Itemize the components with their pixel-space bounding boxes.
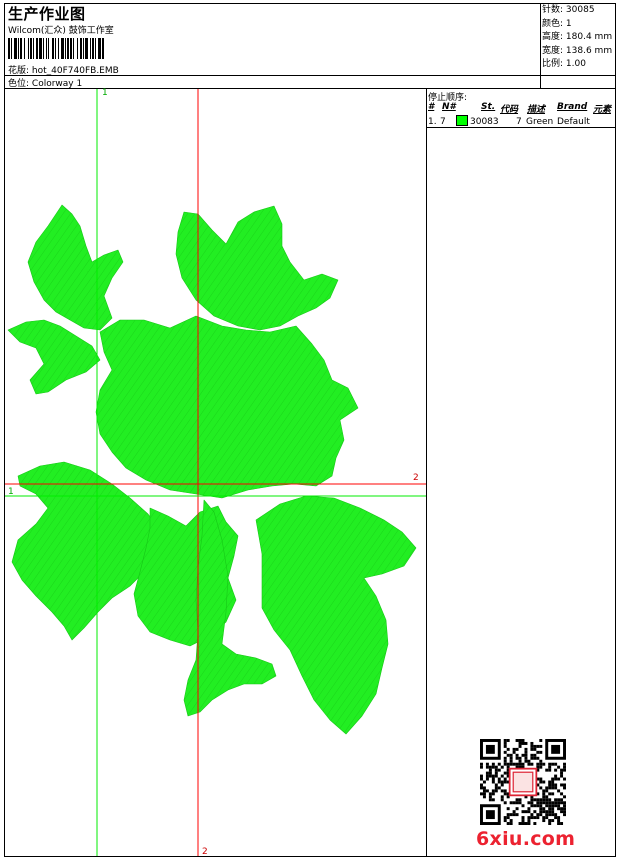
design-stats: 针数: 30085 颜色: 1 高度: 180.4 mm 宽度: 138.6 m… bbox=[542, 4, 612, 72]
stats-divider bbox=[540, 3, 541, 89]
color-count: 颜色: 1 bbox=[542, 18, 572, 29]
design-height: 高度: 180.4 mm bbox=[542, 32, 613, 42]
col-header-stitches: St. bbox=[481, 102, 496, 112]
design-file-row: 花版: hot_40F740FB.EMB bbox=[8, 63, 119, 76]
company-name: Wilcom(汇众) 鼓饰工作室 bbox=[8, 26, 114, 36]
flower-center bbox=[95, 315, 359, 499]
qr-code-icon bbox=[480, 739, 566, 825]
col-header-brand: Brand bbox=[557, 102, 588, 112]
row-stitches: 7 bbox=[516, 117, 522, 127]
row-brand: Default bbox=[557, 117, 590, 127]
leaf-right bbox=[255, 495, 417, 735]
design-file-name: hot_40F740FB.EMB bbox=[31, 66, 119, 76]
col-header-description: 描述 bbox=[527, 105, 546, 115]
marker-horizontal-green: 1 bbox=[8, 487, 14, 497]
marker-vertical-green: 1 bbox=[102, 88, 108, 98]
design-width: 宽度: 138.6 mm bbox=[542, 45, 613, 56]
leaf-top bbox=[175, 205, 339, 331]
row-description: Green bbox=[526, 117, 554, 127]
leaf-left-tip bbox=[7, 319, 101, 395]
marker-horizontal-red: 2 bbox=[413, 473, 419, 483]
document-title: 生产作业图 bbox=[8, 5, 86, 23]
col-header-element: 元素 bbox=[593, 105, 612, 115]
marker-bottom-red: 2 bbox=[202, 847, 208, 857]
design-scale: 比例: 1.00 bbox=[542, 59, 586, 69]
colorway-value: Colorway 1 bbox=[31, 79, 83, 89]
leaf-upper-left bbox=[27, 204, 124, 331]
colorway-row: 色位: Colorway 1 bbox=[8, 76, 82, 89]
stitch-count: 针数: 30085 bbox=[542, 5, 595, 15]
panel-divider bbox=[426, 88, 427, 857]
col-header-index: # bbox=[428, 102, 435, 112]
colorway-label: 色位: bbox=[8, 79, 30, 89]
table-divider bbox=[426, 127, 616, 128]
row-index: 1. bbox=[428, 117, 437, 127]
watermark-site: 6xiu.com bbox=[476, 828, 576, 850]
row-needle: 7 bbox=[440, 117, 446, 127]
col-header-needle: N# bbox=[442, 102, 456, 112]
color-swatch bbox=[456, 115, 468, 126]
row-code: 30083 bbox=[470, 117, 499, 127]
col-header-code: 代码 bbox=[500, 105, 519, 115]
barcode-icon bbox=[8, 38, 104, 59]
embroidery-design bbox=[5, 89, 426, 856]
design-file-label: 花版: bbox=[8, 66, 30, 76]
